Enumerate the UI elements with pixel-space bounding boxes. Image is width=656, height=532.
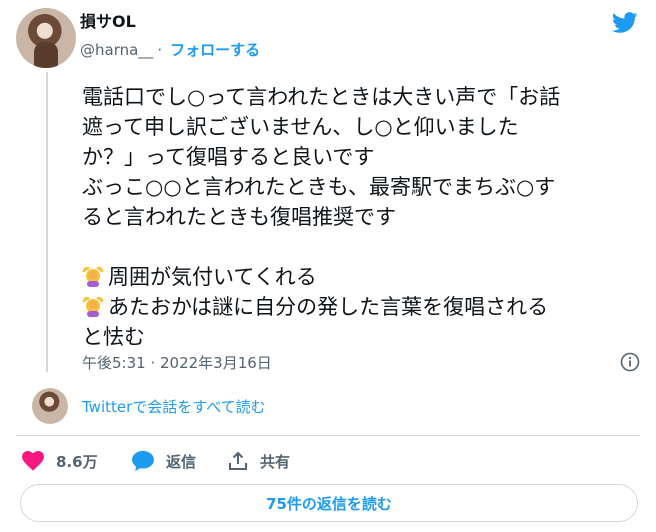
person-gesturing-ok-emoji [82, 266, 104, 287]
conversation-row[interactable]: Twitterで会話をすべて読む [16, 386, 640, 426]
tweet-timestamp[interactable]: 午後5:31 · 2022年3月16日 [82, 354, 272, 372]
tweet-text-line: 遮って申し訳ございません、し○と仰いました [82, 115, 519, 139]
author-avatar[interactable] [16, 8, 76, 68]
heart-icon [22, 451, 44, 471]
author-handle[interactable]: @harna__ [80, 41, 153, 59]
reply-label: 返信 [166, 452, 197, 471]
tweet-text-line: 電話口でし○って言われたときは大きい声で「お話 [82, 85, 561, 109]
follow-link[interactable]: フォローする [170, 41, 260, 59]
author-handle-row: @harna__ · フォローする [80, 40, 260, 60]
share-upload-icon [229, 451, 247, 470]
like-count: 8.6万 [56, 452, 98, 471]
tweet-bullet-line: あたおかは謎に自分の発した言葉を復唱される [82, 292, 642, 322]
thread-line [46, 72, 48, 372]
person-gesturing-ok-emoji [82, 296, 104, 317]
bullet-text: あたおかは謎に自分の発した言葉を復唱される [108, 295, 549, 319]
tweet-text-line: か？」って復唱すると良いです [82, 145, 375, 169]
reply-button[interactable]: 返信 [132, 448, 196, 474]
tweet-text-line: ぶっこ○○と言われたときも、最寄駅でまちぶ○す [82, 175, 556, 199]
tweet-text-line: ると言われたときも復唱推奨です [82, 205, 396, 229]
timestamp-row: 午後5:31 · 2022年3月16日 [82, 352, 640, 374]
twitter-bird-icon[interactable] [612, 12, 638, 34]
tweet-text: 電話口でし○って言われたときは大きい声で「お話 遮って申し訳ございません、し○と… [82, 82, 642, 352]
tweet-bullet-line: 周囲が気付いてくれる [82, 262, 642, 292]
read-replies-button[interactable]: 75件の返信を読む [20, 484, 638, 522]
info-icon[interactable] [620, 352, 640, 372]
divider [16, 435, 640, 436]
speech-bubble-icon [132, 451, 154, 471]
read-conversation-link[interactable]: Twitterで会話をすべて読む [82, 396, 266, 417]
like-button[interactable]: 8.6万 [22, 448, 98, 474]
tweet-header: 損サOL @harna__ · フォローする [16, 8, 640, 72]
separator-dot: · [157, 41, 163, 59]
action-bar: 8.6万 返信 共有 [20, 448, 640, 474]
author-name[interactable]: 損サOL [80, 12, 136, 32]
share-button[interactable]: 共有 [228, 448, 290, 474]
author-avatar-small [32, 388, 68, 424]
bullet-text: 周囲が気付いてくれる [108, 265, 317, 289]
share-label: 共有 [260, 452, 291, 471]
tweet-text-line: と怯む [82, 325, 145, 349]
